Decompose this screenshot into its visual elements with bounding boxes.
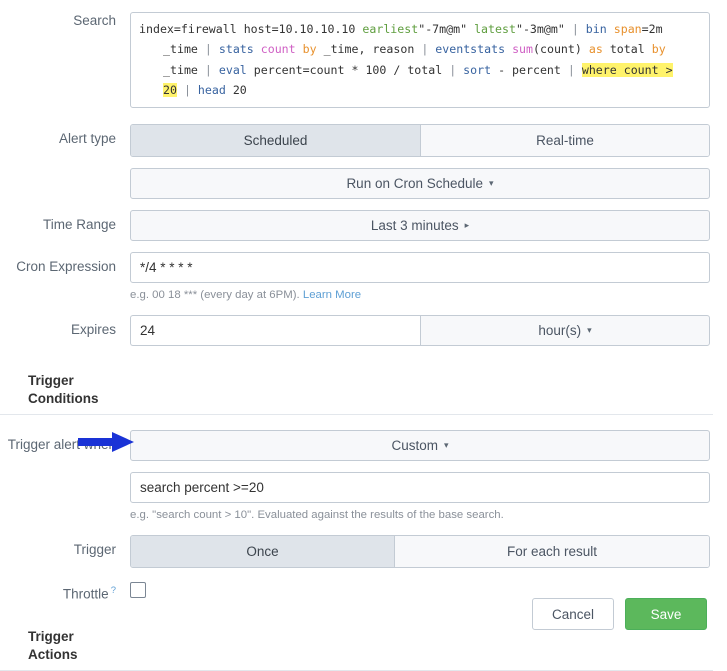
form-footer: Cancel Save <box>0 598 727 630</box>
schedule-type-value: Run on Cron Schedule <box>346 176 484 192</box>
tab-scheduled[interactable]: Scheduled <box>131 125 420 157</box>
query-token: | <box>421 42 436 57</box>
label-trigger: Trigger <box>73 542 116 558</box>
query-token: index=firewall host=10.10.10.10 <box>139 22 363 36</box>
cron-hint-text: e.g. 00 18 *** (every day at 6PM). <box>130 289 303 302</box>
field-schedule-type: Run on Cron Schedule ▾ <box>130 168 727 200</box>
query-token-sum: sum <box>505 42 534 57</box>
query-token-by2: by <box>644 42 666 57</box>
label-alert-type: Alert type <box>58 131 116 147</box>
tab-real-time[interactable]: Real-time <box>420 125 709 157</box>
query-token-eval: eval <box>218 62 247 77</box>
query-token: | <box>567 62 582 77</box>
query-token: total <box>602 42 645 57</box>
heading-trigger-conditions: Trigger Conditions <box>28 373 99 407</box>
trigger-alert-when-value: Custom <box>391 438 438 454</box>
expires-combo: hour(s) ▾ <box>130 315 710 347</box>
chevron-down-icon: ▾ <box>489 178 494 189</box>
query-token: | <box>449 62 464 77</box>
chevron-down-icon: ▾ <box>587 325 592 336</box>
learn-more-link[interactable]: Learn More <box>303 289 361 301</box>
query-token: | <box>564 22 586 36</box>
query-token: =2m <box>641 22 663 36</box>
query-token: 20 <box>225 82 247 97</box>
row-trigger: Trigger Once For each result <box>0 522 727 569</box>
alert-type-tabs: Scheduled Real-time <box>130 124 710 158</box>
query-token: _time <box>163 42 205 57</box>
query-token-as: as <box>581 42 603 57</box>
query-token: | <box>176 82 198 97</box>
query-token: "-3m@m" <box>515 22 565 36</box>
field-trigger: Once For each result <box>130 535 727 569</box>
query-token: (count) <box>533 42 582 57</box>
field-cron-expression: e.g. 00 18 *** (every day at 6PM). Learn… <box>130 252 727 302</box>
chevron-down-icon: ▾ <box>443 440 449 451</box>
condition-hint: e.g. "search count > 10". Evaluated agai… <box>130 509 504 522</box>
field-throttle <box>130 582 727 599</box>
row-schedule-type: Run on Cron Schedule ▾ <box>0 157 727 200</box>
label-trigger-alert-when: Trigger alert when <box>7 437 116 453</box>
throttle-checkbox[interactable] <box>130 582 146 599</box>
query-token-bin: bin <box>585 22 607 36</box>
label-search: Search <box>73 13 116 28</box>
query-token-20-highlighted: 20 <box>163 82 177 97</box>
query-token: | <box>204 42 219 57</box>
field-time-range: Last 3 minutes ▸ <box>130 210 727 242</box>
chevron-right-icon: ▸ <box>464 220 470 231</box>
query-token-head: head <box>197 82 226 97</box>
trigger-alert-when-dropdown[interactable]: Custom ▾ <box>130 430 710 462</box>
query-token-count: count <box>253 42 296 57</box>
expires-unit-value: hour(s) <box>538 323 582 339</box>
query-token-earliest: earliest <box>362 22 419 36</box>
query-token: | <box>204 62 219 77</box>
row-trigger-conditions-heading: Trigger Conditions <box>0 346 727 408</box>
cron-expression-input[interactable] <box>130 252 710 284</box>
expires-value-input[interactable] <box>130 315 420 347</box>
time-range-picker[interactable]: Last 3 minutes ▸ <box>130 210 710 242</box>
schedule-type-dropdown[interactable]: Run on Cron Schedule ▾ <box>130 168 710 200</box>
field-alert-type: Scheduled Real-time <box>130 124 727 158</box>
field-expires: hour(s) ▾ <box>130 315 727 347</box>
query-token-eventstats: eventstats <box>435 42 506 57</box>
query-token-by: by <box>295 42 317 57</box>
query-token: - percent <box>491 62 568 77</box>
row-expires: Expires hour(s) ▾ <box>0 302 727 347</box>
label-time-range: Time Range <box>42 217 116 233</box>
query-token-sort: sort <box>463 62 492 77</box>
field-search: index=firewall host=10.10.10.10 earliest… <box>130 12 727 109</box>
query-token-where-highlighted: where count > <box>581 62 673 77</box>
row-trigger-alert-when: Trigger alert when Custom ▾ <box>0 415 727 462</box>
expires-unit-dropdown[interactable]: hour(s) ▾ <box>420 315 710 347</box>
row-search: Search index=firewall host=10.10.10.10 e… <box>0 0 727 109</box>
row-cron-expression: Cron Expression e.g. 00 18 *** (every da… <box>0 241 727 302</box>
query-token: _time <box>163 62 205 77</box>
save-button[interactable]: Save <box>625 598 707 630</box>
help-icon[interactable]: ? <box>111 585 116 596</box>
field-custom-condition: e.g. "search count > 10". Evaluated agai… <box>130 472 727 522</box>
cron-hint: e.g. 00 18 *** (every day at 6PM). Learn… <box>130 288 710 302</box>
trigger-tabs: Once For each result <box>130 535 710 569</box>
query-token: _time, reason <box>316 42 422 57</box>
search-query-editor[interactable]: index=firewall host=10.10.10.10 earliest… <box>130 12 710 109</box>
alert-edit-form: Search index=firewall host=10.10.10.10 e… <box>0 0 727 671</box>
label-cron-expression: Cron Expression <box>16 259 116 275</box>
tab-once[interactable]: Once <box>131 536 394 568</box>
query-token: percent=count * 100 / total <box>246 62 450 77</box>
field-trigger-alert-when: Custom ▾ <box>130 430 727 462</box>
cancel-button[interactable]: Cancel <box>532 598 614 630</box>
row-time-range: Time Range Last 3 minutes ▸ <box>0 199 727 242</box>
time-range-value: Last 3 minutes <box>370 218 459 234</box>
query-token-span: span <box>606 22 642 36</box>
row-alert-type: Alert type Scheduled Real-time <box>0 108 727 158</box>
query-token: "-7m@m" <box>418 22 468 36</box>
row-custom-condition: e.g. "search count > 10". Evaluated agai… <box>0 461 727 522</box>
query-token-stats: stats <box>218 42 254 57</box>
tab-for-each-result[interactable]: For each result <box>393 536 709 568</box>
label-expires: Expires <box>70 322 116 338</box>
condition-input[interactable] <box>130 472 710 504</box>
query-token-latest: latest <box>474 22 516 36</box>
